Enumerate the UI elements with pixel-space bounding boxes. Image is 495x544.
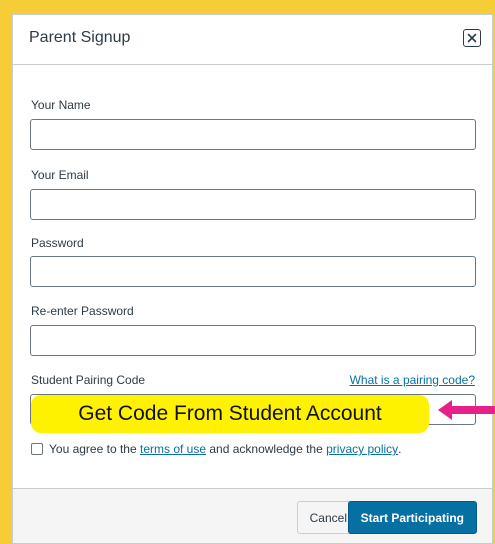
agreement-row: You agree to the terms of use and acknow… [31,442,402,456]
email-input[interactable] [30,189,476,220]
password-label: Password [31,236,84,250]
close-icon [467,33,477,43]
pairing-code-label: Student Pairing Code [31,373,146,387]
name-label: Your Name [31,98,91,112]
dialog-title: Parent Signup [29,29,131,46]
close-button[interactable] [463,29,481,47]
start-participating-button[interactable]: Start Participating [347,501,477,534]
reenter-password-label: Re-enter Password [31,304,134,318]
privacy-policy-link[interactable]: privacy policy [326,442,398,456]
name-input[interactable] [30,119,476,150]
annotation-callout: Get Code From Student Account [31,395,429,433]
dialog-footer: Cancel Start Participating [13,488,492,543]
dialog-header: Parent Signup [13,15,492,65]
email-label: Your Email [31,168,89,182]
password-input[interactable] [30,256,476,287]
terms-of-use-link[interactable]: terms of use [140,442,206,456]
reenter-password-input[interactable] [30,325,476,356]
agreement-suffix: . [398,442,402,456]
agreement-prefix: You agree to the [49,442,137,456]
annotation-arrow-icon [438,400,495,420]
agreement-middle: and acknowledge the [209,442,323,456]
parent-signup-dialog: Parent Signup Your Name Your Email Passw… [12,14,493,544]
agree-checkbox[interactable] [31,443,43,455]
pairing-code-help-link[interactable]: What is a pairing code? [350,373,475,387]
